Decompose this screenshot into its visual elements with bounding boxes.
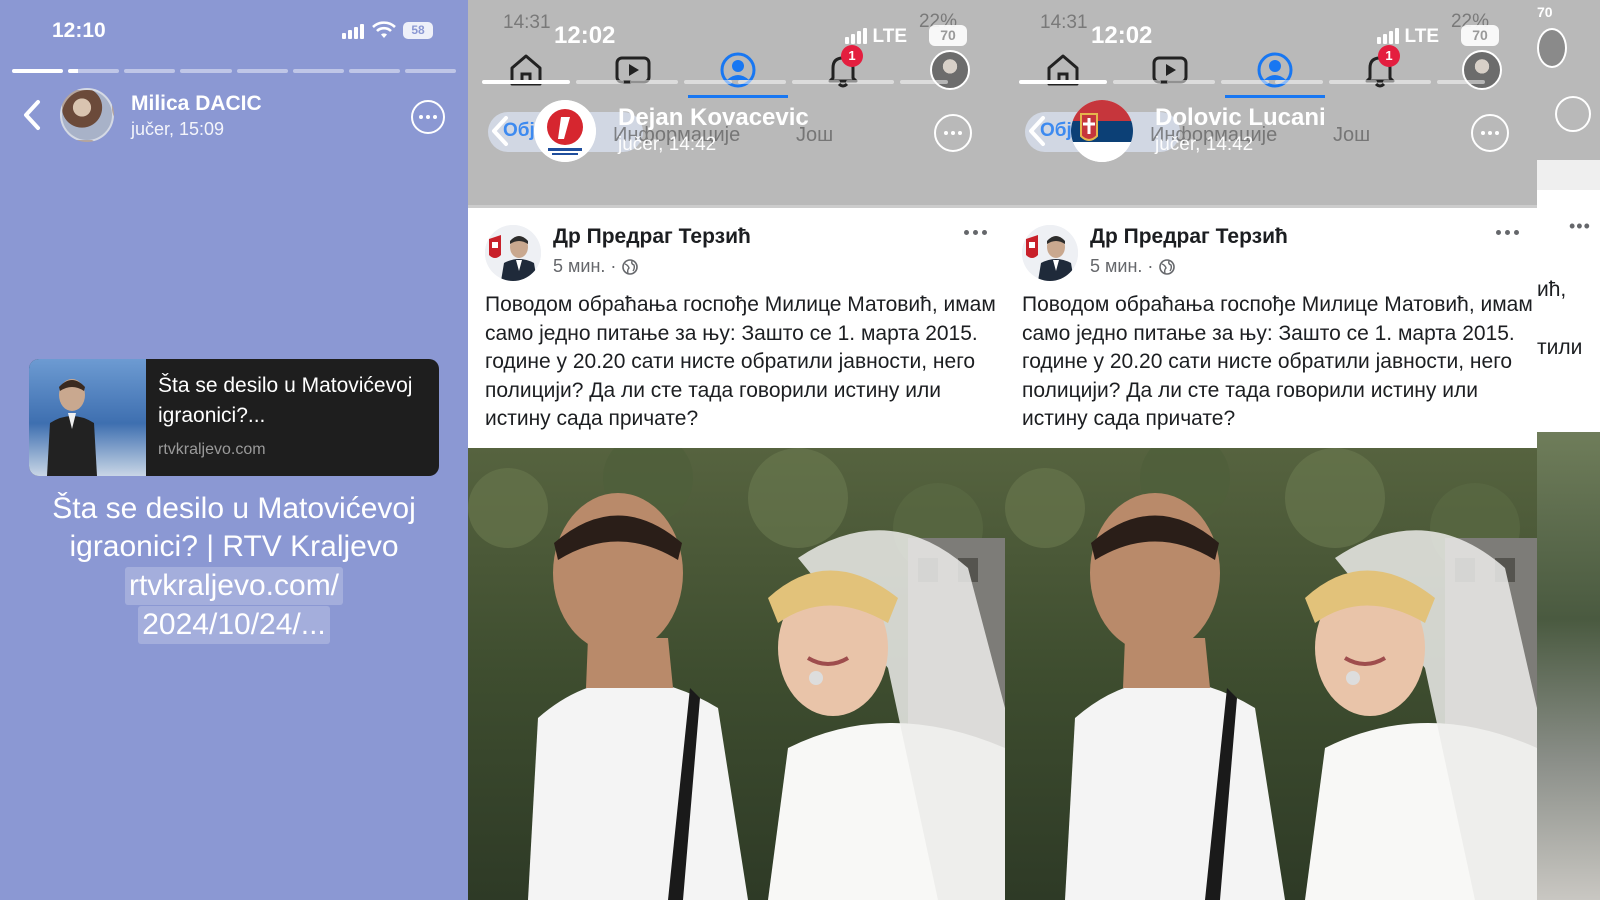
post-photo[interactable] bbox=[1537, 432, 1600, 900]
status-time: 12:02 bbox=[554, 22, 616, 49]
post-time: 5 мин. · bbox=[553, 256, 617, 276]
page-avatar[interactable] bbox=[1071, 100, 1133, 162]
fb-header-overlay: 14:31 22% 12:02 LTE 70 1 Обја Информациј… bbox=[1005, 0, 1537, 205]
story-link-title: Šta se desilo u Matovićevoj igraonici? |… bbox=[52, 492, 416, 563]
post-options-icon[interactable] bbox=[1496, 230, 1519, 235]
video-icon[interactable] bbox=[1150, 50, 1190, 90]
story-header: Обја Информације Још Dolovic Lucani juče… bbox=[1005, 100, 1537, 180]
author-avatar[interactable] bbox=[1022, 225, 1078, 281]
battery-indicator: 70 bbox=[929, 25, 967, 46]
post-text: Поводом обраћања госпође Милице Матовић,… bbox=[1022, 293, 1533, 430]
page-name[interactable]: Dolovic Lucani bbox=[1155, 104, 1326, 132]
story-progress bbox=[482, 80, 948, 84]
menu-avatar[interactable] bbox=[1537, 28, 1567, 68]
page-post-time: jučer, 14:42 bbox=[1155, 134, 1254, 155]
globe-icon bbox=[622, 258, 639, 275]
menu-avatar[interactable] bbox=[930, 50, 970, 90]
notification-badge: 1 bbox=[1378, 45, 1400, 67]
home-icon[interactable] bbox=[1043, 50, 1083, 90]
signal-icon bbox=[342, 24, 364, 39]
post-card: Др Предраг Терзић 5 мин. · Поводом обраћ… bbox=[468, 208, 1005, 448]
link-title: Šta se desilo u Matovićevoj igraonici?..… bbox=[158, 374, 413, 427]
post-card: Др Предраг Терзић 5 мин. · Поводом обраћ… bbox=[1005, 208, 1537, 448]
background-time: 14:31 bbox=[1040, 12, 1088, 33]
profile-icon[interactable] bbox=[718, 50, 758, 90]
battery-indicator: 70 bbox=[1537, 4, 1553, 20]
menu-avatar[interactable] bbox=[1462, 50, 1502, 90]
active-tab-indicator bbox=[1225, 95, 1325, 98]
more-options-button[interactable] bbox=[934, 114, 972, 152]
notification-badge: 1 bbox=[841, 45, 863, 67]
post-author[interactable]: Др Предраг Терзић bbox=[1090, 225, 1288, 249]
network-type: LTE bbox=[872, 26, 907, 47]
link-preview-card[interactable]: Šta se desilo u Matovićevoj igraonici?..… bbox=[29, 359, 439, 476]
post-meta: 5 мин. · bbox=[553, 256, 639, 277]
more-options-button[interactable] bbox=[411, 100, 445, 134]
globe-icon bbox=[1159, 258, 1176, 275]
page-avatar[interactable] bbox=[534, 100, 596, 162]
more-options-button[interactable] bbox=[1471, 114, 1509, 152]
divider bbox=[1537, 160, 1600, 190]
status-time: 12:10 bbox=[52, 19, 106, 42]
post-time: 5 мин. · bbox=[1090, 256, 1154, 276]
back-icon[interactable] bbox=[1025, 114, 1051, 148]
background-time: 14:31 bbox=[503, 12, 551, 33]
post-text: Поводом обраћања госпође Милице Матовић,… bbox=[485, 293, 996, 430]
battery-indicator: 70 bbox=[1461, 25, 1499, 46]
facebook-story-panel: 14:31 22% 12:02 LTE 70 1 Обја Информациј… bbox=[1005, 0, 1537, 900]
video-icon[interactable] bbox=[613, 50, 653, 90]
story-progress bbox=[12, 69, 456, 73]
posted-time: jučer, 15:09 bbox=[131, 119, 225, 139]
author-avatar[interactable] bbox=[485, 225, 541, 281]
signal-icon bbox=[1377, 28, 1399, 44]
home-icon[interactable] bbox=[506, 50, 546, 90]
post-photo[interactable] bbox=[1005, 448, 1537, 900]
post-text-fragment: тили bbox=[1537, 336, 1583, 359]
post-text-fragment: ић, bbox=[1537, 278, 1567, 301]
story-progress bbox=[1019, 80, 1485, 84]
more-options-button[interactable] bbox=[1555, 96, 1591, 132]
story-header: Обја Информације Још Dejan Kovacevic juč… bbox=[468, 100, 1005, 180]
post-author[interactable]: Др Предраг Терзић bbox=[553, 225, 751, 249]
partial-story-panel: 70 ••• ић, тили bbox=[1537, 0, 1600, 900]
fb-header-overlay: 14:31 22% 12:02 LTE 70 1 Обја Информациј… bbox=[468, 0, 1005, 205]
back-icon[interactable] bbox=[488, 114, 514, 148]
post-photo[interactable] bbox=[468, 448, 1005, 900]
page-name[interactable]: Dejan Kovacevic bbox=[618, 104, 809, 132]
user-avatar[interactable] bbox=[60, 88, 114, 142]
post-options-icon[interactable]: ••• bbox=[1569, 216, 1591, 237]
page-post-time: jučer, 14:42 bbox=[618, 134, 717, 155]
signal-icon bbox=[845, 28, 867, 44]
link-thumbnail bbox=[29, 359, 146, 476]
story-panel: 12:10 58 Milica DACIC jučer, 15:09 Šta s… bbox=[0, 0, 468, 900]
link-domain: rtvkraljevo.com bbox=[158, 441, 266, 458]
fb-header-overlay: 70 bbox=[1537, 0, 1600, 160]
network-type: LTE bbox=[1404, 26, 1439, 47]
background-more-label: Још bbox=[1333, 124, 1371, 146]
url-line: rtvkraljevo.com/ bbox=[124, 567, 344, 605]
post-options-icon[interactable] bbox=[964, 230, 987, 235]
battery-indicator: 58 bbox=[403, 22, 433, 39]
status-bar: 12:10 58 bbox=[0, 0, 468, 62]
active-tab-indicator bbox=[688, 95, 788, 98]
profile-icon[interactable] bbox=[1255, 50, 1295, 90]
story-url[interactable]: rtvkraljevo.com/ 2024/10/24/... bbox=[20, 567, 448, 645]
post-meta: 5 мин. · bbox=[1090, 256, 1176, 277]
status-time: 12:02 bbox=[1091, 22, 1153, 49]
facebook-story-panel: 14:31 22% 12:02 LTE 70 1 Обја Информациј… bbox=[468, 0, 1005, 900]
wifi-icon bbox=[372, 21, 396, 38]
user-name[interactable]: Milica DACIC bbox=[131, 92, 262, 116]
url-line: 2024/10/24/... bbox=[138, 606, 330, 644]
back-icon[interactable] bbox=[18, 98, 48, 132]
